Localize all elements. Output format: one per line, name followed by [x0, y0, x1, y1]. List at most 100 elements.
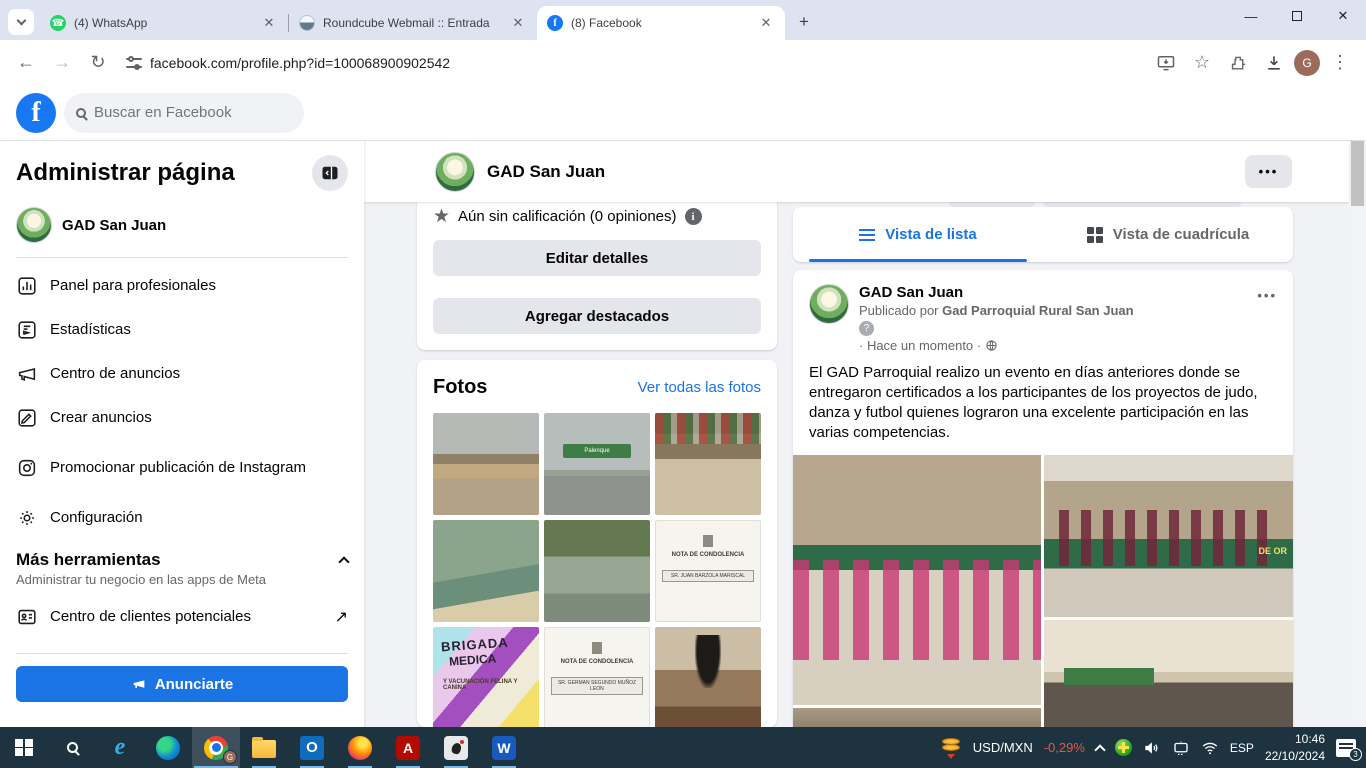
address-bar[interactable]: [118, 46, 1146, 80]
action-center-icon[interactable]: 3: [1336, 739, 1356, 757]
tab-facebook-active[interactable]: f (8) Facebook ✕: [537, 6, 785, 40]
see-all-photos-link[interactable]: Ver todas las fotos: [638, 379, 761, 396]
tab-vista-de-cuadricula[interactable]: Vista de cuadrícula: [1043, 207, 1293, 262]
collapse-sidebar-button[interactable]: [312, 155, 348, 191]
tab-roundcube[interactable]: Roundcube Webmail :: Entrada ✕: [289, 6, 537, 40]
facebook-logo[interactable]: f: [16, 93, 56, 133]
add-featured-button[interactable]: Agregar destacados: [433, 298, 761, 334]
photo-thumb-road-arch[interactable]: Palenque: [544, 413, 650, 515]
tab-search-button[interactable]: [8, 9, 34, 35]
star-icon: ★: [433, 205, 450, 228]
post-photo-partial[interactable]: [793, 708, 1041, 727]
post-photo-dance-group[interactable]: [793, 455, 1041, 705]
sidebar-page-link[interactable]: GAD San Juan: [16, 207, 348, 243]
post-author-name[interactable]: GAD San Juan: [859, 284, 1134, 301]
tray-app-icon[interactable]: [1115, 739, 1132, 756]
photo-thumb-people-in-water[interactable]: [544, 520, 650, 622]
display-icon[interactable]: [1172, 739, 1190, 757]
tab-title: (8) Facebook: [571, 16, 749, 30]
page-sticky-header: GAD San Juan •••: [364, 141, 1349, 202]
start-button[interactable]: [0, 727, 48, 768]
photo-thumb-condolence-note-1[interactable]: NOTA DE CONDOLENCIA SR. JUAN BARZOLA MAR…: [655, 520, 761, 622]
facebook-search[interactable]: [64, 93, 304, 133]
question-badge-icon[interactable]: ?: [859, 321, 874, 336]
volume-icon[interactable]: [1143, 739, 1161, 757]
forward-button[interactable]: →: [46, 47, 78, 79]
minimize-button[interactable]: —: [1228, 0, 1274, 32]
browser-scrollbar[interactable]: [1349, 85, 1366, 727]
sidebar-item-estadisticas[interactable]: Estadísticas: [16, 308, 348, 352]
windows-taskbar: e G O A W USD/MXN -0,29% ESP 10:4622/10/…: [0, 727, 1366, 768]
taskbar-word[interactable]: W: [480, 727, 528, 768]
search-input[interactable]: [94, 104, 264, 121]
url-input[interactable]: [150, 55, 1146, 71]
dashboard-icon: [16, 275, 38, 297]
sidebar-item-panel-profesionales[interactable]: Panel para profesionales: [16, 264, 348, 308]
maximize-button[interactable]: [1274, 0, 1320, 32]
reload-button[interactable]: ↻: [82, 47, 114, 79]
download-icon[interactable]: [1258, 47, 1290, 79]
browser-toolbar: ← → ↻ ☆ G ⋮: [0, 40, 1366, 85]
sidebar-item-crear-anuncios[interactable]: Crear anuncios: [16, 396, 348, 440]
edit-details-button[interactable]: Editar detalles: [433, 240, 761, 276]
close-window-button[interactable]: ✕: [1320, 0, 1366, 32]
wifi-icon[interactable]: [1201, 739, 1219, 757]
photo-thumb-river[interactable]: [433, 520, 539, 622]
taskbar-chrome-active[interactable]: G: [192, 727, 240, 768]
advertise-button[interactable]: Anunciarte: [16, 666, 348, 702]
site-info-icon[interactable]: [126, 57, 142, 69]
page-avatar[interactable]: [435, 152, 475, 192]
taskbar-edge[interactable]: [144, 727, 192, 768]
extensions-puzzle-icon[interactable]: [1222, 47, 1254, 79]
taskbar-internet-explorer[interactable]: e: [96, 727, 144, 768]
scrollbar-thumb[interactable]: [1351, 130, 1364, 206]
browser-menu-icon[interactable]: ⋮: [1324, 47, 1356, 79]
currency-widget-icon[interactable]: [940, 737, 962, 759]
right-column: Vista de lista Vista de cuadrícula GAD S…: [793, 141, 1293, 727]
photo-thumb-brigada-poster[interactable]: BRIGADA MEDICA Y VACUNACIÓN FELINA Y CAN…: [433, 627, 539, 727]
taskbar-java-app[interactable]: [432, 727, 480, 768]
photo-thumb-crowd[interactable]: [433, 413, 539, 515]
post-photo-audience-hall[interactable]: [1044, 620, 1293, 727]
taskbar-acrobat[interactable]: A: [384, 727, 432, 768]
back-button[interactable]: ←: [10, 47, 42, 79]
ticker-pair[interactable]: USD/MXN: [973, 740, 1033, 755]
photo-thumb-statue-room[interactable]: [655, 627, 761, 727]
page-menu-button[interactable]: •••: [1245, 155, 1292, 188]
post-photo-stage-group[interactable]: DE OR: [1044, 455, 1293, 617]
language-indicator[interactable]: ESP: [1230, 741, 1254, 755]
taskbar-file-explorer[interactable]: [240, 727, 288, 768]
acrobat-icon: A: [396, 736, 420, 760]
taskbar-firefox[interactable]: [336, 727, 384, 768]
taskbar-search-button[interactable]: [48, 727, 96, 768]
tab-vista-de-lista[interactable]: Vista de lista: [793, 207, 1043, 262]
photo-thumb-condolence-note-2[interactable]: NOTA DE CONDOLENCIA SR. GERMAN SEGUNDO M…: [544, 627, 650, 727]
post-author-avatar[interactable]: [809, 284, 849, 324]
close-tab-icon[interactable]: ✕: [757, 14, 775, 32]
post-card: GAD San Juan Publicado por Gad Parroquia…: [793, 270, 1293, 727]
ticker-change[interactable]: -0,29%: [1044, 740, 1085, 755]
post-menu-icon[interactable]: •••: [1257, 288, 1277, 303]
bookmark-star-icon[interactable]: ☆: [1186, 47, 1218, 79]
browser-profile-avatar[interactable]: G: [1294, 50, 1320, 76]
close-tab-icon[interactable]: ✕: [509, 14, 527, 32]
hidden-icons-chevron[interactable]: [1094, 744, 1105, 755]
taskbar-clock[interactable]: 10:4622/10/2024: [1265, 731, 1325, 763]
browser-tab-strip: ☎ (4) WhatsApp ✕ Roundcube Webmail :: En…: [0, 0, 1366, 40]
new-tab-button[interactable]: +: [791, 9, 817, 35]
view-tabs-card: Vista de lista Vista de cuadrícula: [793, 207, 1293, 262]
taskbar-outlook[interactable]: O: [288, 727, 336, 768]
sidebar-item-centro-clientes[interactable]: Centro de clientes potenciales ↗: [16, 595, 348, 639]
folder-icon: [252, 740, 276, 758]
close-tab-icon[interactable]: ✕: [260, 14, 278, 32]
sidebar-item-configuracion[interactable]: Configuración: [16, 496, 348, 540]
more-tools-header[interactable]: Más herramientas: [16, 550, 348, 570]
install-app-icon[interactable]: [1150, 47, 1182, 79]
tab-whatsapp[interactable]: ☎ (4) WhatsApp ✕: [40, 6, 288, 40]
chrome-profile-badge: G: [223, 750, 237, 764]
post-header: GAD San Juan Publicado por Gad Parroquia…: [793, 270, 1293, 353]
sidebar-item-promocionar-instagram[interactable]: Promocionar publicación de Instagram: [16, 440, 348, 496]
info-icon[interactable]: i: [685, 208, 702, 225]
sidebar-item-centro-anuncios[interactable]: Centro de anuncios: [16, 352, 348, 396]
photo-thumb-canopy-meeting[interactable]: [655, 413, 761, 515]
